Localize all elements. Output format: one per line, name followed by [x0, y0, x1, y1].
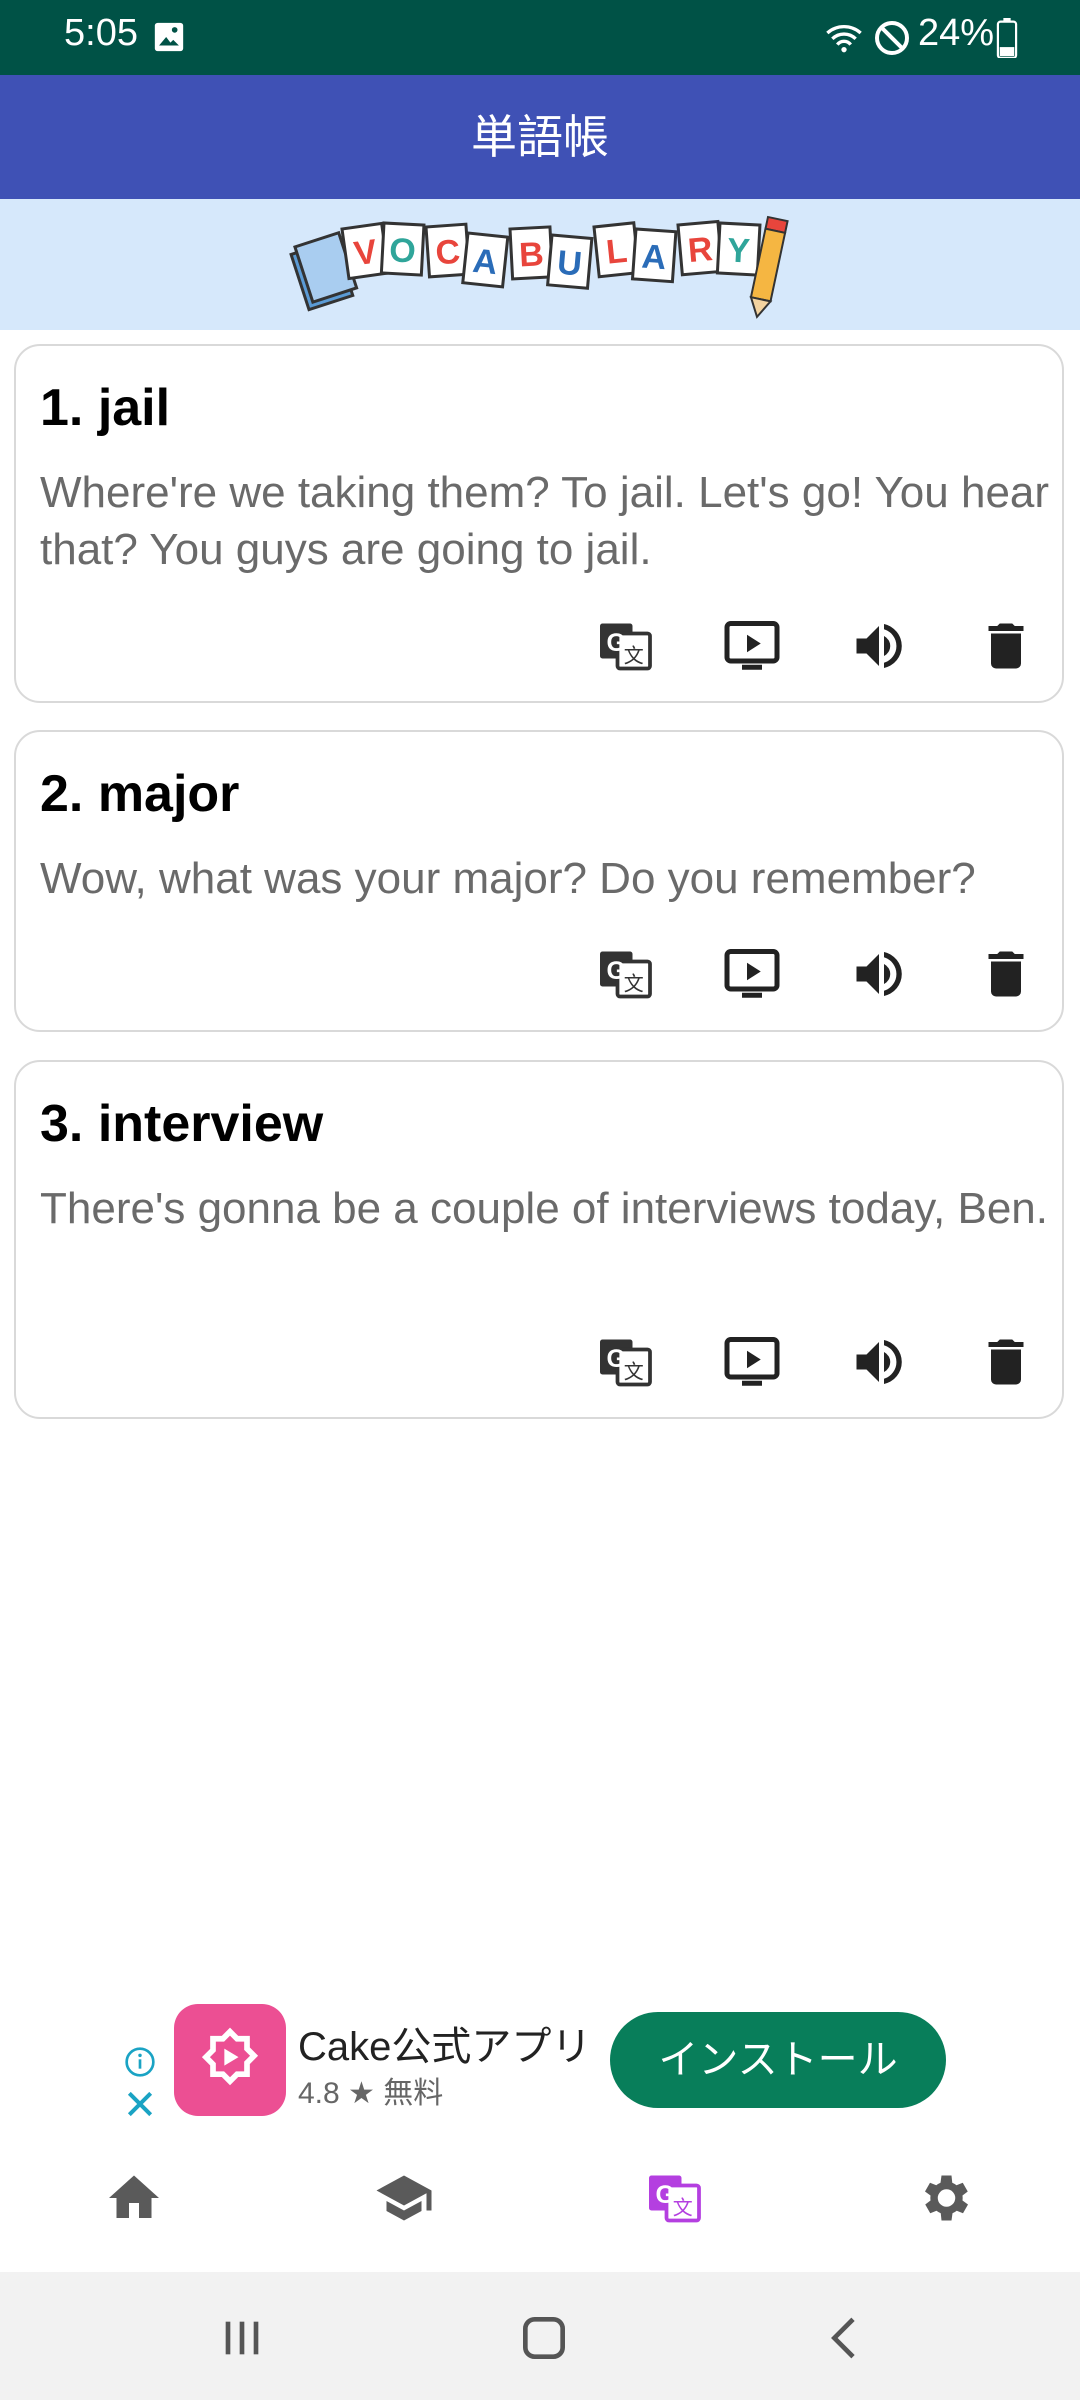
nav-study[interactable] — [374, 2168, 434, 2228]
app-bar: 単語帳 — [0, 75, 1080, 199]
vocab-sentence: Wow, what was your major? Do you remembe… — [40, 854, 976, 903]
video-icon — [724, 1337, 780, 1386]
vocab-card[interactable]: 2. major Wow, what was your major? Do yo… — [14, 730, 1064, 1032]
speaker-icon — [856, 624, 902, 668]
do-not-disturb-icon — [872, 18, 912, 58]
svg-text:文: 文 — [624, 1359, 644, 1383]
vocab-sentence: Where're we taking them? To jail. Let's … — [40, 468, 1050, 574]
delete-button[interactable] — [974, 942, 1038, 1006]
video-button[interactable] — [720, 942, 784, 1006]
status-bar: 5:05 24% — [0, 0, 1080, 75]
gallery-icon — [152, 20, 186, 54]
translate-icon: G文 — [600, 623, 652, 671]
svg-text:文: 文 — [624, 971, 644, 995]
delete-icon — [988, 1339, 1024, 1385]
vocab-card[interactable]: 3. interview There's gonna be a couple o… — [14, 1060, 1064, 1419]
speaker-icon — [856, 952, 902, 996]
speaker-button[interactable] — [847, 942, 911, 1006]
speaker-button[interactable] — [847, 614, 911, 678]
ad-close-icon[interactable] — [124, 2088, 156, 2120]
vocab-card[interactable]: 1. jail Where're we taking them? To jail… — [14, 344, 1064, 703]
ad-app-icon[interactable] — [174, 2004, 286, 2116]
nav-translate[interactable]: G文 — [644, 2168, 704, 2228]
battery-percent: 24% — [918, 12, 995, 54]
status-time: 5:05 — [64, 12, 138, 54]
translate-button[interactable]: G文 — [593, 1330, 657, 1394]
home-button[interactable] — [516, 2310, 572, 2366]
svg-text:文: 文 — [624, 643, 644, 667]
battery-icon — [996, 18, 1018, 60]
speaker-icon — [856, 1340, 902, 1384]
translate-button[interactable]: G文 — [593, 614, 657, 678]
svg-text:R: R — [686, 230, 714, 270]
nav-settings[interactable] — [914, 2168, 974, 2228]
ad-banner[interactable]: Cake公式アプリ 4.8 ★ 無料 インストール — [0, 1990, 1080, 2122]
back-icon — [831, 2317, 855, 2359]
ad-rating: 4.8 ★ 無料 — [298, 2077, 444, 2110]
translate-icon: G文 — [600, 951, 652, 999]
ad-info-icon[interactable] — [124, 2046, 156, 2078]
install-button[interactable]: インストール — [610, 2012, 946, 2108]
back-button[interactable] — [818, 2310, 874, 2366]
video-button[interactable] — [720, 614, 784, 678]
svg-text:O: O — [388, 231, 416, 270]
video-icon — [724, 621, 780, 670]
system-navigation-bar — [0, 2272, 1080, 2400]
recent-apps-icon — [225, 2321, 259, 2355]
home-icon — [109, 2175, 159, 2218]
bottom-navigation: G文 — [0, 2126, 1080, 2272]
svg-text:文: 文 — [673, 2195, 693, 2219]
delete-icon — [988, 951, 1024, 997]
svg-text:U: U — [556, 244, 584, 284]
video-button[interactable] — [720, 1330, 784, 1394]
vocab-word: 3. interview — [40, 1095, 324, 1153]
translate-icon: G文 — [600, 1339, 652, 1387]
svg-text:B: B — [518, 235, 545, 274]
ad-app-name[interactable]: Cake公式アプリ — [298, 2014, 591, 2072]
translate-icon: G文 — [649, 2175, 701, 2223]
vocabulary-banner: V O C A B U L A R Y — [0, 199, 1080, 330]
delete-icon — [988, 623, 1024, 669]
settings-icon — [925, 2175, 968, 2221]
wifi-icon — [822, 18, 866, 58]
vocab-word: 2. major — [40, 765, 240, 823]
recent-apps-button[interactable] — [214, 2310, 270, 2366]
vocab-word: 1. jail — [40, 379, 171, 437]
delete-button[interactable] — [974, 1330, 1038, 1394]
translate-button[interactable]: G文 — [593, 942, 657, 1006]
svg-text:A: A — [471, 242, 499, 282]
delete-button[interactable] — [974, 614, 1038, 678]
nav-home[interactable] — [104, 2168, 164, 2228]
vocab-sentence: There's gonna be a couple of interviews … — [40, 1184, 1048, 1233]
svg-text:L: L — [604, 232, 629, 272]
school-icon — [376, 2175, 432, 2221]
speaker-button[interactable] — [847, 1330, 911, 1394]
svg-text:A: A — [640, 238, 667, 278]
page-title: 単語帳 — [471, 111, 609, 163]
home-circle-icon — [523, 2317, 565, 2359]
svg-text:C: C — [434, 233, 461, 273]
vocabulary-logo: V O C A B U L A R Y — [289, 215, 789, 319]
svg-text:Y: Y — [726, 231, 751, 270]
video-icon — [724, 949, 780, 998]
